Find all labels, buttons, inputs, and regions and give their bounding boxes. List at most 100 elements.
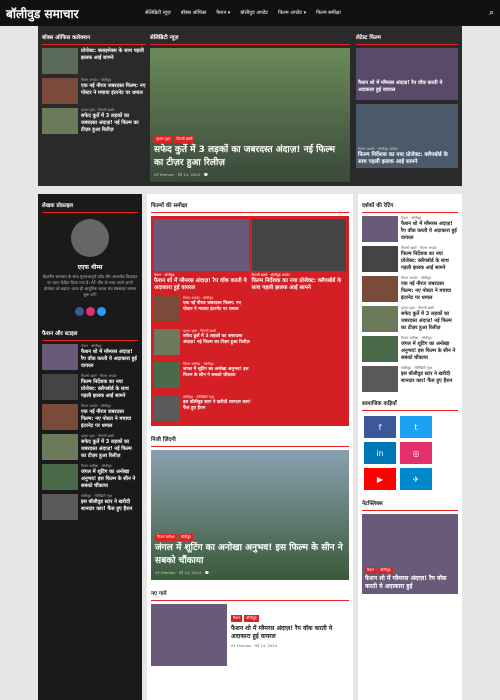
- item-title[interactable]: फिल्म निर्देशक का नया प्रोजेक्ट: क्लैपबो…: [401, 251, 458, 272]
- thumbnail[interactable]: [151, 604, 227, 666]
- item-title[interactable]: जंगल में शूटिंग का अनोखा अनुभव! इस फिल्म…: [183, 367, 252, 379]
- list-item[interactable]: फिल्म अपडेट · बॉलीवुड एक नई नीरज जबरदस्त …: [154, 296, 252, 322]
- item-title[interactable]: जंगल में शूटिंग का अनोखा अनुभव! इस फिल्म…: [401, 341, 458, 362]
- twitter-icon[interactable]: t: [400, 416, 432, 438]
- item-title[interactable]: एक नई नीरज जबरदस्त फिल्म: नए पोस्टर ने म…: [401, 281, 458, 302]
- category-badge[interactable]: बॉलीवुड: [178, 534, 193, 541]
- item-title[interactable]: इस बॉलीवुड स्टार ने खरीदी शानदार कार! फै…: [401, 371, 458, 385]
- facebook-icon[interactable]: f: [364, 416, 396, 438]
- list-item[interactable]: फैशन बॉलीवुड फैशन शो में ग्लैमरस अंदाज़! …: [151, 604, 349, 666]
- thumbnail[interactable]: [42, 434, 78, 460]
- list-item[interactable]: फिल्म अपडेट · बॉलीवुड एक नई नीरज जबरदस्त …: [42, 404, 138, 430]
- hero-image[interactable]: फैशन बॉलीवुड फैशन शो में ग्लैमरस अंदाज़! …: [362, 514, 458, 594]
- thumbnail[interactable]: [42, 78, 78, 104]
- thumbnail[interactable]: [154, 395, 180, 421]
- list-item[interactable]: दृश्यम दृश्य · फिल्मी ख़बरें सफेद कुर्ते …: [362, 306, 458, 332]
- list-item[interactable]: प्रोजेक्ट: क्लाइमेक्स के साथ पहली झलक आई…: [42, 48, 146, 74]
- menu-item-film-update[interactable]: फिल्म अपडेट ▾: [273, 10, 311, 16]
- category-badge[interactable]: बॉलीवुड: [378, 567, 393, 574]
- item-title[interactable]: फैशन शो में ग्लैमरस अंदाज़! रैप वॉक करती…: [231, 625, 349, 641]
- menu-item-boxoffice[interactable]: बॉक्स ऑफिस: [176, 10, 211, 16]
- facebook-icon[interactable]: [74, 307, 84, 316]
- thumbnail[interactable]: [42, 374, 78, 400]
- menu-item-bollywood[interactable]: बॉलीवुड अपडेट: [235, 10, 273, 16]
- menu-item-fashion[interactable]: फैशन ▾: [211, 10, 235, 16]
- list-item[interactable]: बॉलीवुड · सेलिब्रिटी न्यूज़ इस बॉलीवुड स्…: [154, 395, 252, 421]
- thumbnail[interactable]: [154, 219, 249, 271]
- list-item[interactable]: फिल्मी ख़बरें · फिल्म अपडेट फिल्म निर्देश…: [42, 374, 138, 400]
- category-badge[interactable]: फैशन: [365, 567, 377, 574]
- instagram-icon[interactable]: ◎: [400, 442, 432, 464]
- thumbnail[interactable]: [154, 362, 180, 388]
- list-item[interactable]: फिल्म अपडेट · बॉलीवुड एक नई नीरज जबरदस्त …: [362, 276, 458, 302]
- review-card[interactable]: फैशन · बॉलीवुड फैशन शो में ग्लैमरस अंदाज़…: [154, 219, 249, 292]
- thumbnail[interactable]: [362, 336, 398, 362]
- category-badge[interactable]: दृश्यम दृश्य: [154, 136, 173, 143]
- item-title[interactable]: प्रोजेक्ट: क्लाइमेक्स के साथ पहली झलक आई…: [81, 48, 146, 62]
- thumbnail[interactable]: [42, 108, 78, 134]
- hero-image[interactable]: दृश्यम दृश्य फिल्मी ख़बरें सफेद कुर्ते मे…: [150, 48, 350, 182]
- hero-image[interactable]: फिल्म समीक्षा बॉलीवुड जंगल में शूटिंग का …: [151, 450, 349, 580]
- hero-headline[interactable]: सफेद कुर्ते में 3 लड़कों का जबरदस्त अंदा…: [154, 144, 346, 170]
- latest-card[interactable]: फैशन शो में ग्लैमरस अंदाज़! रैप वॉक करती…: [356, 48, 458, 100]
- review-card[interactable]: फिल्मी ख़बरें · बॉलीवुड अपडेट फिल्म निर्द…: [251, 219, 347, 292]
- hero-headline[interactable]: फैशन शो में ग्लैमरस अंदाज़! रैप वॉक करती…: [365, 575, 455, 591]
- list-item[interactable]: फिल्म समीक्षा · बॉलीवुड जंगल में शूटिंग क…: [42, 464, 138, 490]
- item-title[interactable]: एक नई नीरज जबरदस्त फिल्म: नए पोस्टर ने म…: [81, 83, 146, 97]
- thumbnail[interactable]: [154, 296, 180, 322]
- list-item[interactable]: दृश्यम दृश्य · फिल्मी ख़बरें सफेद कुर्ते …: [42, 108, 146, 134]
- item-title[interactable]: फिल्म निर्देशक का नया प्रोजेक्ट: क्लैपबो…: [252, 278, 347, 292]
- thumbnail[interactable]: [362, 246, 398, 272]
- item-title[interactable]: फैशन शो में ग्लैमरस अंदाज़! रैप वॉक करती…: [401, 221, 458, 242]
- thumbnail[interactable]: [42, 344, 78, 370]
- list-item[interactable]: फैशन · बॉलीवुड फैशन शो में ग्लैमरस अंदाज़…: [362, 216, 458, 242]
- item-title[interactable]: फिल्म निर्देशक का नया प्रोजेक्ट: क्लैपबो…: [81, 379, 138, 400]
- thumbnail[interactable]: [42, 464, 78, 490]
- item-title[interactable]: फिल्म निर्देशक का नया प्रोजेक्ट: क्लैपबो…: [358, 152, 456, 166]
- thumbnail[interactable]: [42, 404, 78, 430]
- list-item[interactable]: दृश्यम दृश्य · फिल्मी ख़बरें सफेद कुर्ते …: [154, 329, 252, 355]
- item-title[interactable]: इस बॉलीवुड स्टार ने खरीदी शानदार कार! फै…: [183, 400, 252, 412]
- thumbnail[interactable]: [362, 276, 398, 302]
- category-badge[interactable]: बॉलीवुड: [244, 615, 259, 622]
- list-item[interactable]: दृश्यम दृश्य · फिल्मी ख़बरें सफेद कुर्ते …: [42, 434, 138, 460]
- category-badge[interactable]: फिल्मी ख़बरें: [174, 136, 195, 143]
- twitter-icon[interactable]: [96, 307, 106, 316]
- menu-item-celebrity[interactable]: सेलिब्रिटी न्यूज़: [140, 10, 176, 16]
- latest-card[interactable]: फिल्म अपडेट · बॉलीवुड अपडेट फिल्म निर्देश…: [356, 104, 458, 168]
- item-title[interactable]: सफेद कुर्ते में 3 लड़कों का जबरदस्त अंदा…: [183, 334, 252, 346]
- item-title[interactable]: फैशन शो में ग्लैमरस अंदाज़! रैप वॉक करती…: [154, 278, 249, 292]
- item-title[interactable]: जंगल में शूटिंग का अनोखा अनुभव! इस फिल्म…: [81, 469, 138, 490]
- thumbnail[interactable]: [42, 494, 78, 520]
- item-title[interactable]: फैशन शो में ग्लैमरस अंदाज़! रैप वॉक करती…: [81, 349, 138, 370]
- list-item[interactable]: फिल्म समीक्षा · बॉलीवुड जंगल में शूटिंग क…: [362, 336, 458, 362]
- instagram-icon[interactable]: [85, 307, 95, 316]
- item-title[interactable]: फैशन शो में ग्लैमरस अंदाज़! रैप वॉक करती…: [358, 80, 456, 94]
- item-title[interactable]: इस बॉलीवुड स्टार ने खरीदी शानदार कार! फै…: [81, 499, 138, 513]
- list-item[interactable]: बॉलीवुड · सेलिब्रिटी न्यूज़ इस बॉलीवुड स्…: [42, 494, 138, 520]
- youtube-icon[interactable]: ▶: [364, 468, 396, 490]
- telegram-icon[interactable]: ✈: [400, 468, 432, 490]
- list-item[interactable]: फिल्म अपडेट · बॉलीवुड एक नई नीरज जबरदस्त …: [42, 78, 146, 104]
- item-title[interactable]: सफेद कुर्ते में 3 लड़कों का जबरदस्त अंदा…: [81, 439, 138, 460]
- list-item[interactable]: फिल्मी ख़बरें · फिल्म अपडेट फिल्म निर्देश…: [362, 246, 458, 272]
- site-logo[interactable]: बॉलीवुड समाचार: [6, 5, 140, 22]
- list-item[interactable]: बॉलीवुड · सेलिब्रिटी न्यूज़ इस बॉलीवुड स्…: [362, 366, 458, 392]
- list-item[interactable]: फिल्म समीक्षा · बॉलीवुड जंगल में शूटिंग क…: [154, 362, 252, 388]
- thumbnail[interactable]: [42, 48, 78, 74]
- thumbnail[interactable]: [362, 306, 398, 332]
- thumbnail[interactable]: [362, 216, 398, 242]
- hero-headline[interactable]: जंगल में शूटिंग का अनोखा अनुभव! इस फिल्म…: [155, 542, 345, 568]
- thumbnail[interactable]: [154, 329, 180, 355]
- category-badge[interactable]: फैशन: [231, 615, 243, 622]
- thumbnail[interactable]: [251, 219, 346, 271]
- item-title[interactable]: एक नई नीरज जबरदस्त फिल्म: नए पोस्टर ने म…: [81, 409, 138, 430]
- linkedin-icon[interactable]: in: [364, 442, 396, 464]
- category-badge[interactable]: फिल्म समीक्षा: [155, 534, 177, 541]
- list-item[interactable]: फैशन · बॉलीवुड फैशन शो में ग्लैमरस अंदाज़…: [42, 344, 138, 370]
- thumbnail[interactable]: [362, 366, 398, 392]
- search-icon[interactable]: ⌕: [489, 8, 494, 18]
- menu-item-review[interactable]: फिल्म समीक्षा: [311, 10, 346, 16]
- item-title[interactable]: सफेद कुर्ते में 3 लड़कों का जबरदस्त अंदा…: [81, 113, 146, 134]
- item-title[interactable]: सफेद कुर्ते में 3 लड़कों का जबरदस्त अंदा…: [401, 311, 458, 332]
